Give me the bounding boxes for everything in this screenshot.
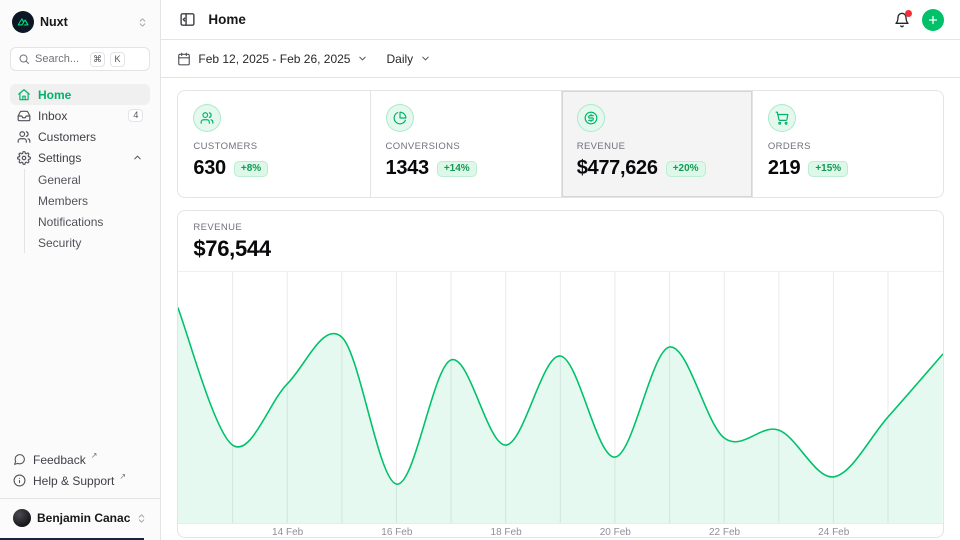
sidebar-item-customers[interactable]: Customers <box>10 126 150 147</box>
kbd-meta: ⌘ <box>90 52 105 67</box>
sidebar-spacer <box>10 253 150 449</box>
stat-card-customers[interactable]: CUSTOMERS 630 +8% <box>178 91 369 197</box>
user-name: Benjamin Canac <box>37 511 130 525</box>
kbd-k: K <box>110 52 125 67</box>
chat-bubble-icon <box>13 453 26 466</box>
sidebar-item-label: Inbox <box>38 109 121 123</box>
sidebar: Nuxt ⌘ K Home Inbox 4 Customers <box>0 0 161 540</box>
sidebar-item-label: Home <box>38 88 143 102</box>
x-axis: 14 Feb 16 Feb 18 Feb 20 Feb 22 Feb 24 Fe… <box>178 524 943 537</box>
sidebar-item-label: Customers <box>38 130 143 144</box>
feedback-link[interactable]: Feedback ↗ <box>10 449 150 470</box>
gear-icon <box>17 151 31 165</box>
help-support-link[interactable]: Help & Support ↗ <box>10 470 150 491</box>
search-icon <box>18 53 30 65</box>
external-link-icon: ↗ <box>91 451 98 460</box>
main-area: Home Feb 12, 2025 - Feb 26, 2025 Daily <box>161 0 960 540</box>
stat-label: ORDERS <box>768 141 928 152</box>
sidebar-item-label: Settings <box>38 151 125 165</box>
x-tick-label: 22 Feb <box>709 527 740 538</box>
x-tick-label: 16 Feb <box>381 527 412 538</box>
users-icon <box>200 111 214 125</box>
home-icon <box>17 88 31 102</box>
settings-submenu: General Members Notifications Security <box>24 169 150 253</box>
granularity-select[interactable]: Daily <box>386 52 431 66</box>
stat-label: CONVERSIONS <box>386 141 546 152</box>
sidebar-nav: Home Inbox 4 Customers Settings General … <box>10 84 150 253</box>
chevron-up-down-icon <box>136 513 147 524</box>
stat-delta-badge: +20% <box>666 161 706 177</box>
stat-label: CUSTOMERS <box>193 141 354 152</box>
calendar-icon <box>177 52 191 66</box>
plus-icon <box>927 14 939 26</box>
circle-dollar-icon <box>584 111 598 125</box>
chevron-up-down-icon <box>137 17 148 28</box>
x-tick-label: 20 Feb <box>600 527 631 538</box>
app-window: Nuxt ⌘ K Home Inbox 4 Customers <box>0 0 960 540</box>
x-tick-label: 14 Feb <box>272 527 303 538</box>
x-tick-label: 18 Feb <box>491 527 522 538</box>
date-range-label: Feb 12, 2025 - Feb 26, 2025 <box>198 52 350 66</box>
filters-toolbar: Feb 12, 2025 - Feb 26, 2025 Daily <box>161 40 960 78</box>
sidebar-item-inbox[interactable]: Inbox 4 <box>10 105 150 126</box>
workspace-selector[interactable]: Nuxt <box>10 10 150 34</box>
footer-link-label: Feedback <box>33 453 86 467</box>
user-avatar <box>13 509 31 527</box>
sidebar-item-general[interactable]: General <box>34 169 150 190</box>
stat-value: 219 <box>768 157 800 180</box>
user-menu-button[interactable]: Benjamin Canac <box>10 504 150 532</box>
nuxt-logo-icon <box>12 11 34 33</box>
inbox-icon <box>17 109 31 123</box>
stat-card-revenue[interactable]: REVENUE $477,626 +20% <box>561 91 752 197</box>
stat-card-conversions[interactable]: CONVERSIONS 1343 +14% <box>370 91 561 197</box>
chart-canvas <box>178 272 943 524</box>
date-range-button[interactable]: Feb 12, 2025 - Feb 26, 2025 <box>177 52 368 66</box>
page-title: Home <box>208 12 246 27</box>
stat-delta-badge: +14% <box>437 161 477 177</box>
x-tick-label: 24 Feb <box>818 527 849 538</box>
external-link-icon: ↗ <box>119 472 126 481</box>
sidebar-item-security[interactable]: Security <box>34 232 150 253</box>
pie-chart-icon <box>393 111 407 125</box>
chart-header: REVENUE $76,544 <box>178 211 943 272</box>
sidebar-item-settings[interactable]: Settings <box>10 147 150 168</box>
search-input-wrap[interactable]: ⌘ K <box>10 47 150 71</box>
stat-value: $477,626 <box>577 157 658 180</box>
cart-icon <box>775 111 789 125</box>
stat-card-orders[interactable]: ORDERS 219 +15% <box>752 91 943 197</box>
stat-value: 630 <box>193 157 225 180</box>
stat-label: REVENUE <box>577 141 737 152</box>
sidebar-divider <box>0 498 160 499</box>
stat-delta-badge: +15% <box>808 161 848 177</box>
chevron-down-icon <box>357 53 368 64</box>
add-new-button[interactable] <box>922 9 944 31</box>
chevron-up-icon <box>132 152 143 163</box>
chart-title: REVENUE <box>193 222 928 233</box>
workspace-name: Nuxt <box>40 15 131 29</box>
sidebar-item-home[interactable]: Home <box>10 84 150 105</box>
sidebar-item-members[interactable]: Members <box>34 190 150 211</box>
revenue-area-chart[interactable] <box>178 272 943 524</box>
dashboard-content: CUSTOMERS 630 +8% CONVERSIONS 1343 +14% <box>161 78 960 540</box>
collapse-sidebar-button[interactable] <box>177 9 198 30</box>
notification-dot <box>905 10 912 17</box>
sidebar-item-notifications[interactable]: Notifications <box>34 211 150 232</box>
granularity-label: Daily <box>386 52 413 66</box>
info-circle-icon <box>13 474 26 487</box>
chevron-down-icon <box>420 53 431 64</box>
search-input[interactable] <box>35 53 85 65</box>
notifications-button[interactable] <box>892 10 912 30</box>
panel-left-close-icon <box>179 11 196 28</box>
inbox-count-badge: 4 <box>128 109 143 122</box>
chart-current-value: $76,544 <box>193 236 928 262</box>
users-icon <box>17 130 31 144</box>
revenue-chart-card: REVENUE $76,544 14 Feb 16 Feb 18 Feb 20 … <box>177 210 944 538</box>
stats-row: CUSTOMERS 630 +8% CONVERSIONS 1343 +14% <box>177 90 944 198</box>
page-header: Home <box>161 0 960 40</box>
stat-value: 1343 <box>386 157 429 180</box>
footer-link-label: Help & Support <box>33 474 114 488</box>
stat-delta-badge: +8% <box>234 161 268 177</box>
